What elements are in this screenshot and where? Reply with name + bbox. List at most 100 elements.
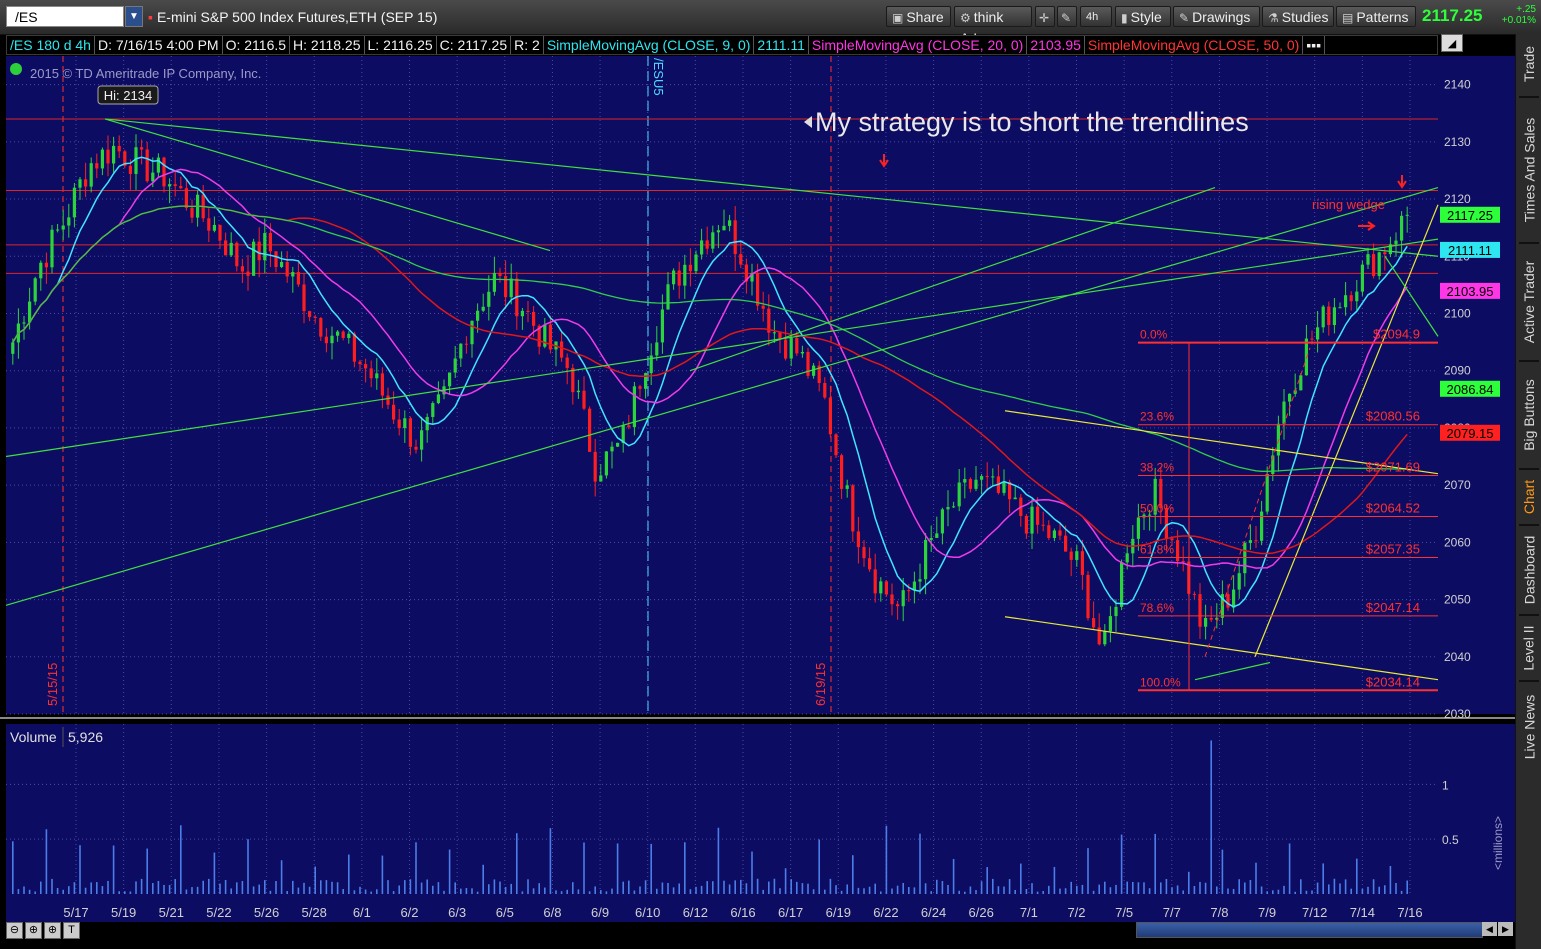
aggregation-button[interactable]: 4h <box>1080 6 1112 27</box>
candle-body <box>1254 540 1258 542</box>
symbol-dropdown-button[interactable]: ▼ <box>125 6 143 27</box>
patterns-button[interactable]: ▤ Patterns <box>1336 6 1416 27</box>
candle-body <box>560 341 564 358</box>
date-marker-label: 6/19/15 <box>813 663 828 706</box>
candle-body <box>1030 506 1034 534</box>
candle-body <box>851 485 855 532</box>
sidebar-tab-trade[interactable]: Trade <box>1516 34 1541 94</box>
candle-body <box>840 455 844 489</box>
candle-body <box>336 331 340 336</box>
sidebar-divider <box>1519 242 1539 244</box>
pencil-icon: ✎ <box>1179 11 1190 25</box>
candle-body <box>1265 474 1269 512</box>
candle-body <box>1036 506 1040 525</box>
candle-body <box>268 233 272 252</box>
candle-body <box>1327 306 1331 326</box>
fib-price-label: $2064.52 <box>1366 500 1420 515</box>
candle-body <box>212 224 216 231</box>
settings-tool-button[interactable]: ✎ <box>1057 6 1077 27</box>
studies-button[interactable]: ⚗ Studies <box>1262 6 1334 27</box>
candle-body <box>392 404 396 420</box>
candle-body <box>604 451 608 476</box>
scroll-right-icon[interactable]: ▶ <box>1498 922 1513 936</box>
drawings-button[interactable]: ✎ Drawings <box>1173 6 1260 27</box>
candle-body <box>1086 574 1090 619</box>
horizontal-scrollbar[interactable] <box>1136 922 1483 938</box>
date-label: D: 7/16/15 4:00 PM <box>95 36 223 54</box>
candle-body <box>700 240 704 255</box>
candle-body <box>1204 617 1208 627</box>
candle-body <box>156 157 160 173</box>
candle-body <box>632 386 636 428</box>
candle-body <box>33 278 37 302</box>
volume-tick-label: 0.5 <box>1442 833 1459 847</box>
wedge-label: rising wedge <box>1312 197 1385 212</box>
candle-body <box>1316 327 1320 340</box>
candle-body <box>403 418 407 429</box>
candle-body <box>145 149 149 182</box>
x-tick-label: 5/21 <box>159 905 184 920</box>
chart-canvas[interactable]: 2030204020502060207020802090210021102120… <box>0 0 1541 949</box>
candle-body <box>1288 393 1292 402</box>
candle-body <box>481 306 485 311</box>
y-tick-label: 2140 <box>1444 78 1471 92</box>
candle-body <box>246 271 250 276</box>
candle-body <box>599 475 603 482</box>
scroll-left-icon[interactable]: ◀ <box>1482 922 1497 936</box>
sidebar-tab-chart[interactable]: Chart <box>1516 472 1541 522</box>
sidebar-tab-active-trader[interactable]: Active Trader <box>1516 246 1541 358</box>
candle-body <box>733 220 737 255</box>
y-tick-label: 2050 <box>1444 593 1471 607</box>
sidebar-tab-live-news[interactable]: Live News <box>1516 684 1541 770</box>
period-label[interactable]: /ES 180 d 4h <box>7 36 95 54</box>
text-tool-icon[interactable]: T <box>63 922 80 939</box>
share-button[interactable]: ▣ Share <box>886 6 951 27</box>
candle-body <box>616 442 620 447</box>
candle-body <box>800 351 804 354</box>
sidebar-tab-dashboard[interactable]: Dashboard <box>1516 528 1541 612</box>
symbol-description: ▪ E-mini S&P 500 Index Futures,ETH (SEP 1… <box>148 9 438 25</box>
candle-body <box>431 403 435 417</box>
style-icon: ▮ <box>1121 11 1128 25</box>
candle-body <box>61 225 65 230</box>
fib-pct-label: 50.0% <box>1140 501 1174 515</box>
candle-body <box>190 207 194 218</box>
sidebar-divider <box>1519 360 1539 362</box>
sidebar-tab-level-ii[interactable]: Level II <box>1516 618 1541 678</box>
style-button[interactable]: ▮ Style <box>1115 6 1171 27</box>
candle-body <box>1114 606 1118 617</box>
crosshair-tool-button[interactable]: ✛ <box>1035 6 1055 27</box>
candle-body <box>1181 561 1185 563</box>
y-tick-label: 2100 <box>1444 306 1471 320</box>
zoom-out-icon[interactable]: ⊖ <box>6 922 23 939</box>
share-icon: ▣ <box>892 11 904 25</box>
collapse-button[interactable]: ◢ <box>1441 34 1463 52</box>
sma20-label[interactable]: SimpleMovingAvg (CLOSE, 20, 0) <box>809 36 1028 54</box>
sidebar-tab-big-buttons[interactable]: Big Buttons <box>1516 364 1541 466</box>
candle-body <box>952 506 956 508</box>
price-axis-badge-text: 2111.11 <box>1448 243 1492 258</box>
x-tick-label: 6/24 <box>921 905 946 920</box>
more-studies-icon[interactable]: ▪▪▪ <box>1303 36 1326 54</box>
sidebar-tab-times-and-sales[interactable]: Times And Sales <box>1516 100 1541 240</box>
candle-body <box>1058 530 1062 536</box>
candle-body <box>985 476 989 478</box>
candle-body <box>588 408 592 452</box>
candle-body <box>459 343 463 359</box>
sma9-label[interactable]: SimpleMovingAvg (CLOSE, 9, 0) <box>544 36 755 54</box>
candle-body <box>375 373 379 379</box>
think-ai-button[interactable]: ⚙think A.I. <box>954 6 1032 46</box>
sma50-label[interactable]: SimpleMovingAvg (CLOSE, 50, 0) <box>1085 36 1304 54</box>
x-tick-label: 6/19 <box>826 905 851 920</box>
candle-body <box>666 284 670 310</box>
x-tick-label: 6/8 <box>543 905 561 920</box>
candle-body <box>1013 497 1017 500</box>
zoom-in-icon[interactable]: ⊕ <box>25 922 42 939</box>
y-tick-label: 2090 <box>1444 364 1471 378</box>
x-tick-label: 7/9 <box>1258 905 1276 920</box>
gear-icon: ⚙ <box>960 11 971 25</box>
cursor-icon[interactable]: ⊕ <box>44 922 61 939</box>
symbol-input[interactable]: /ES <box>6 6 124 27</box>
candle-body <box>823 383 827 398</box>
candle-body <box>453 358 457 373</box>
